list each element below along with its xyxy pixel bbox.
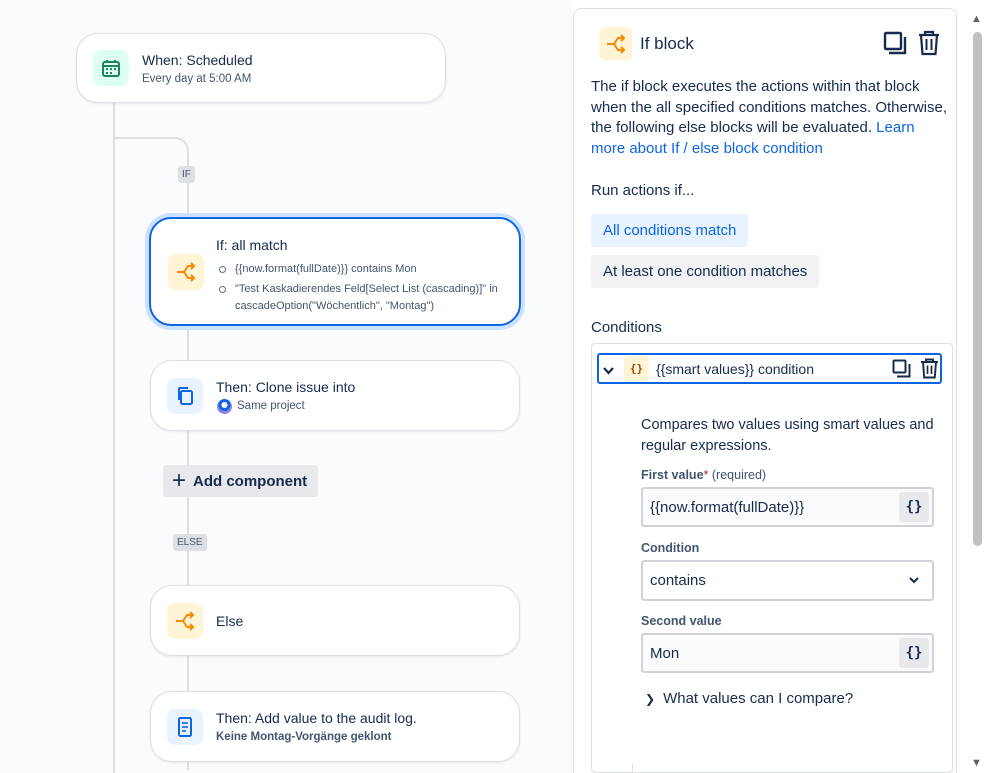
branch-icon xyxy=(168,254,204,290)
if-condition-item: "Test Kaskadierendes Feld[Select List (c… xyxy=(217,281,507,315)
clone-action-card[interactable]: Then: Clone issue into Same project xyxy=(150,360,520,431)
panel-bottom-line xyxy=(632,764,633,773)
condition-select-value: contains xyxy=(650,572,706,589)
branch-icon xyxy=(599,27,632,60)
clone-action-subtitle: Same project xyxy=(237,400,305,412)
first-value-input[interactable]: {{now.format(fullDate)}} {} xyxy=(641,487,934,527)
branch-icon xyxy=(167,603,203,639)
second-value-input[interactable]: Mon {} xyxy=(641,633,934,673)
audit-action-subtitle: Keine Montag-Vorgänge geklont xyxy=(216,731,392,743)
connector-main xyxy=(113,103,115,773)
all-conditions-option[interactable]: All conditions match xyxy=(591,214,749,247)
audit-action-title: Then: Add value to the audit log. xyxy=(216,710,417,726)
if-label: IF xyxy=(178,166,195,183)
chevron-down-icon xyxy=(909,577,919,584)
chevron-right-icon: ❯ xyxy=(645,692,656,706)
project-avatar-icon xyxy=(217,399,232,414)
if-block-title: If: all match xyxy=(216,237,288,253)
trash-icon[interactable] xyxy=(920,358,939,379)
run-actions-label: Run actions if... xyxy=(591,182,695,199)
condition-description: Compares two values using smart values a… xyxy=(641,417,934,454)
trigger-subtitle: Every day at 5:00 AM xyxy=(142,73,252,85)
connector-branch-curve xyxy=(163,137,189,163)
scroll-down-arrow[interactable]: ▼ xyxy=(971,757,982,769)
add-component-button[interactable]: + Add component xyxy=(163,465,318,497)
plus-icon: + xyxy=(172,467,187,494)
else-block-card[interactable]: Else xyxy=(150,585,520,656)
panel-title: If block xyxy=(640,34,694,53)
scrollbar-thumb[interactable] xyxy=(973,32,982,546)
smart-value-icon: {} xyxy=(624,356,649,381)
second-value-label: Second value xyxy=(641,614,722,628)
if-block-card[interactable]: If: all match {{now.format(fullDate)}} c… xyxy=(149,217,521,326)
if-conditions-list: {{now.format(fullDate)}} contains Mon "T… xyxy=(217,261,507,315)
panel-description: The if block executes the actions within… xyxy=(591,77,951,159)
condition-title: {{smart values}} condition xyxy=(656,361,814,377)
if-condition-item: {{now.format(fullDate)}} contains Mon xyxy=(217,261,507,278)
first-value-label: First value* (required) xyxy=(641,468,766,482)
first-value-label-text: First value xyxy=(641,468,704,482)
trigger-title: When: Scheduled xyxy=(142,52,253,68)
audit-action-card[interactable]: Then: Add value to the audit log. Keine … xyxy=(150,691,520,762)
second-value-text: Mon xyxy=(650,644,680,662)
smart-value-button[interactable]: {} xyxy=(899,638,929,668)
chevron-down-icon[interactable] xyxy=(603,362,614,380)
required-text: (required) xyxy=(711,468,767,482)
document-icon xyxy=(167,709,203,745)
clone-action-title: Then: Clone issue into xyxy=(216,379,356,395)
duplicate-icon[interactable] xyxy=(883,31,907,55)
trash-icon[interactable] xyxy=(917,30,941,56)
conditions-container xyxy=(591,343,953,773)
else-label: ELSE xyxy=(173,534,207,551)
compare-help-expander[interactable]: ❯ What values can I compare? xyxy=(645,690,853,707)
any-condition-option[interactable]: At least one condition matches xyxy=(591,255,820,288)
add-component-label: Add component xyxy=(193,472,308,490)
smart-value-button[interactable]: {} xyxy=(899,492,929,522)
compare-help-text: What values can I compare? xyxy=(663,690,854,707)
else-block-title: Else xyxy=(216,613,244,629)
calendar-icon xyxy=(93,50,129,86)
trigger-card[interactable]: When: Scheduled Every day at 5:00 AM xyxy=(76,33,446,103)
required-mark: * xyxy=(703,468,709,482)
scroll-up-arrow[interactable]: ▲ xyxy=(971,13,982,25)
rule-canvas: When: Scheduled Every day at 5:00 AM IF … xyxy=(0,0,573,773)
duplicate-icon[interactable] xyxy=(892,359,911,378)
scrollbar[interactable] xyxy=(965,0,999,773)
conditions-heading: Conditions xyxy=(591,319,662,336)
condition-label: Condition xyxy=(641,541,700,555)
copy-icon xyxy=(167,378,203,414)
condition-select[interactable]: contains xyxy=(641,560,934,601)
first-value-text: {{now.format(fullDate)}} xyxy=(650,498,805,516)
